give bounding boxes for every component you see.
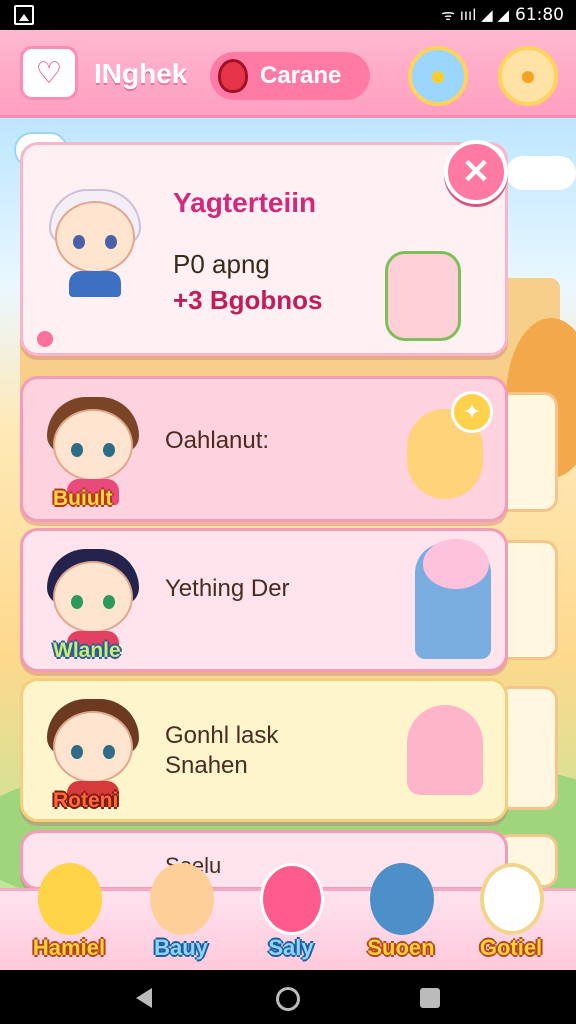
nav-label: Suoen [367,935,435,960]
close-button[interactable]: ✕ [444,140,508,204]
status-time: 61:80 [515,5,564,25]
gallery-notification-icon [14,5,34,25]
nav-item-bauy[interactable]: Bauy [126,863,236,973]
nav-label: Bauy [154,935,208,960]
home-icon[interactable] [276,987,300,1011]
nav-label: Hamiel [32,935,106,960]
back-icon[interactable] [136,988,152,1008]
nav-item-hamiel[interactable]: Hamiel [14,863,124,973]
nav-label: Saly [268,935,314,960]
popup-title: Yagterteiin [173,187,317,218]
strawberry-coin-icon [218,59,248,93]
chick-chat-icon[interactable]: ● [408,46,468,106]
status-bar: ᯤ ıııl ◢ ◢ 61:80 [0,0,576,30]
cat-character-icon [370,863,434,935]
bone-icon [260,863,324,935]
reward-popup: Yagterteiin P0 apng +3 Bgobnos [20,142,508,356]
character-name: Roteni [53,789,119,812]
logo-button[interactable]: ♡ [20,46,78,100]
character-name: Buiult [53,487,113,510]
star-badge-icon: ✦ [451,391,493,433]
quest-card[interactable]: Buiult Oahlanut: ✦ [20,376,508,522]
cloud-decoration [506,156,576,190]
system-nav-bar [0,970,576,1024]
nav-label: Gotiel [479,935,543,960]
heart-icon [480,863,544,935]
watermelon-sticker [385,251,461,341]
signal-icons: ᯤ ıııl ◢ ◢ [441,6,509,24]
blonde-character-icon [38,863,102,935]
nav-item-suoen[interactable]: Suoen [346,863,456,973]
dog-icon [150,863,214,935]
card-title: Yething Der [165,575,290,602]
currency-pill[interactable]: Carane [210,52,370,100]
chick-icon[interactable]: ● [498,46,558,106]
card-title: Oahlanut: [165,427,270,454]
popup-line-2: +3 Bgobnos [173,285,323,315]
app-title: INghek [94,58,188,89]
cotton-candy-decoration [423,539,489,589]
nav-item-gotiel[interactable]: Gotiel [456,863,566,973]
character-name: Wlanle [53,639,121,662]
nav-item-saly[interactable]: Saly [236,863,346,973]
app-header: ♡ INghek Carane ● ● [0,30,576,118]
bottom-nav: Hamiel Bauy Saly Suoen Gotiel [0,863,576,970]
avatar [45,185,145,297]
currency-label: Carane [260,62,342,89]
quest-card[interactable]: Roteni Gonhl lask Snahen [20,678,508,822]
page-dot [37,331,53,347]
card-title: Gonhl lask Snahen [165,722,279,779]
quest-card[interactable]: Wlanle Yething Der [20,528,508,672]
recent-apps-icon[interactable] [420,988,440,1008]
popup-line-1: P0 apng [173,249,270,279]
heart-tag-icon: ♡ [35,56,63,90]
character-sticker [407,705,483,795]
